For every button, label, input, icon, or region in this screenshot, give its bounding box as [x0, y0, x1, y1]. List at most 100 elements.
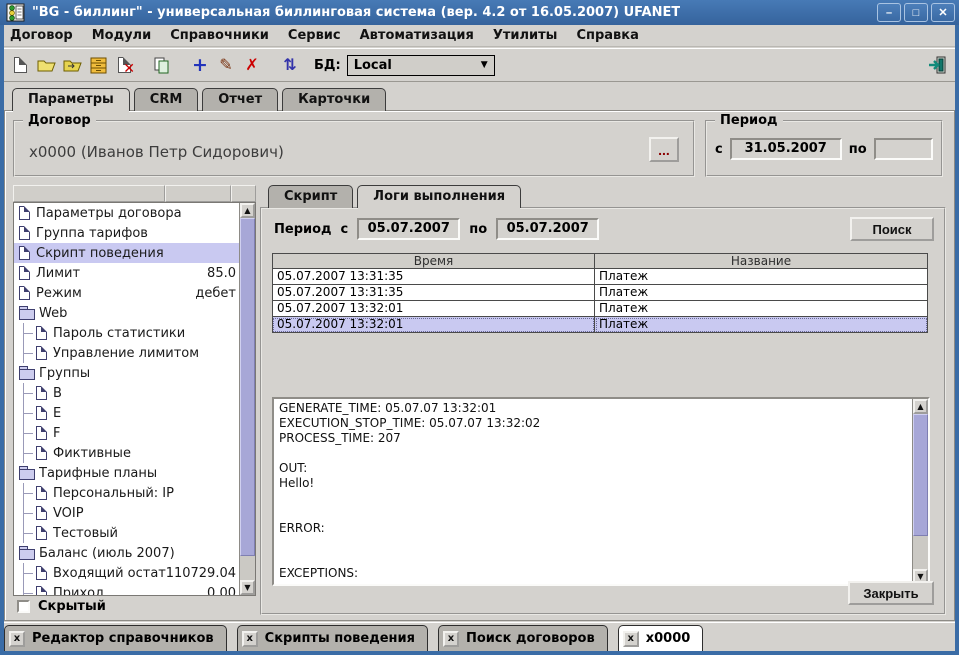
- document-icon: [36, 326, 47, 340]
- hidden-checkbox[interactable]: Скрытый: [17, 599, 106, 614]
- contract-browse-button[interactable]: ...: [649, 137, 679, 162]
- log-text: GENERATE_TIME: 05.07.07 13:32:01 EXECUTI…: [274, 399, 912, 584]
- menu-item-3[interactable]: Сервис: [288, 28, 341, 43]
- bottom-tab-2[interactable]: xПоиск договоров: [438, 625, 608, 651]
- column-header-0[interactable]: Время: [272, 253, 595, 269]
- tree-item[interactable]: Тестовый: [14, 523, 239, 543]
- tree-item[interactable]: E: [14, 403, 239, 423]
- tab-close-icon[interactable]: x: [9, 631, 25, 647]
- log-filter-row: Период с 05.07.2007 по 05.07.2007 Поиск: [274, 217, 934, 241]
- close-panel-button[interactable]: Закрыть: [848, 581, 934, 605]
- table-row[interactable]: 05.07.2007 13:31:35Платеж: [272, 269, 928, 285]
- tree-item[interactable]: Лимит85.0: [14, 263, 239, 283]
- close-button[interactable]: ✕: [931, 3, 955, 22]
- tree-item[interactable]: Входящий остаток110729.04: [14, 563, 239, 583]
- scroll-up-icon[interactable]: ▲: [913, 399, 928, 414]
- menu-item-4[interactable]: Автоматизация: [360, 28, 474, 43]
- tree-item[interactable]: Баланс (июль 2007): [14, 543, 239, 563]
- tree-item-value: 110729.04: [166, 566, 239, 581]
- menu-item-2[interactable]: Справочники: [170, 28, 269, 43]
- page-shape: [14, 57, 27, 73]
- tree-item[interactable]: Пароль статистики: [14, 323, 239, 343]
- document-icon: [36, 526, 47, 540]
- menu-item-0[interactable]: Договор: [10, 28, 73, 43]
- bottom-tab-label: х0000: [646, 631, 691, 646]
- refresh-icon[interactable]: ⇅: [278, 53, 302, 77]
- exit-icon[interactable]: [925, 53, 949, 77]
- tree-item[interactable]: Тарифные планы: [14, 463, 239, 483]
- tree-scrollbar[interactable]: ▲ ▼: [239, 203, 255, 595]
- contract-value: х0000 (Иванов Петр Сидорович): [29, 143, 284, 161]
- log-scrollbar[interactable]: ▲ ▼: [912, 399, 928, 584]
- menu-item-1[interactable]: Модули: [92, 28, 151, 43]
- search-button[interactable]: Поиск: [850, 217, 934, 241]
- tree-scrollbar-thumb[interactable]: [240, 218, 255, 556]
- table-row[interactable]: 05.07.2007 13:32:01Платеж: [272, 317, 928, 333]
- tree-item[interactable]: Web: [14, 303, 239, 323]
- tree-item[interactable]: Персональный: IP: [14, 483, 239, 503]
- tree-item[interactable]: Фиктивные: [14, 443, 239, 463]
- maximize-button[interactable]: □: [904, 3, 928, 22]
- tree-item[interactable]: Группы: [14, 363, 239, 383]
- copy-icon[interactable]: [150, 53, 174, 77]
- open-folder-alt-icon[interactable]: [60, 53, 84, 77]
- tab-0[interactable]: Параметры: [12, 88, 130, 111]
- app-window: "BG - биллинг" - универсальная биллингов…: [0, 0, 959, 655]
- bottom-tab-0[interactable]: xРедактор справочников: [4, 625, 227, 651]
- tree-item[interactable]: Группа тарифов: [14, 223, 239, 243]
- log-to-field[interactable]: 05.07.2007: [496, 218, 599, 240]
- tree-item[interactable]: Скрипт поведения: [14, 243, 239, 263]
- tab-close-icon[interactable]: x: [623, 631, 639, 647]
- tab-close-icon[interactable]: x: [443, 631, 459, 647]
- tree-item-label: Web: [39, 306, 67, 321]
- delete-document-icon[interactable]: ✕: [112, 53, 136, 77]
- script-tab-0[interactable]: Скрипт: [268, 185, 353, 208]
- document-icon: [19, 266, 30, 280]
- checkbox-icon[interactable]: [17, 600, 30, 613]
- table-row[interactable]: 05.07.2007 13:32:01Платеж: [272, 301, 928, 317]
- menu-item-5[interactable]: Утилиты: [493, 28, 558, 43]
- tab-2[interactable]: Отчет: [202, 88, 278, 111]
- tree-item[interactable]: Приход0.00: [14, 583, 239, 595]
- period-fields: с 31.05.2007 по: [715, 138, 933, 160]
- tree-item[interactable]: B: [14, 383, 239, 403]
- tree-column-header-1[interactable]: [13, 185, 165, 202]
- minimize-button[interactable]: –: [877, 3, 901, 22]
- scroll-down-icon[interactable]: ▼: [240, 580, 255, 595]
- document-icon: [36, 426, 47, 440]
- tree-item[interactable]: F: [14, 423, 239, 443]
- remove-record-icon[interactable]: ✗: [240, 53, 264, 77]
- table-row[interactable]: 05.07.2007 13:31:35Платеж: [272, 285, 928, 301]
- tree-item[interactable]: Управление лимитом: [14, 343, 239, 363]
- tab-3[interactable]: Карточки: [282, 88, 386, 111]
- bottom-tab-3[interactable]: x х0000: [618, 625, 704, 651]
- tab-1[interactable]: CRM: [134, 88, 199, 111]
- window-controls: – □ ✕: [877, 3, 955, 22]
- log-from-field[interactable]: 05.07.2007: [357, 218, 460, 240]
- open-folder-icon[interactable]: [34, 53, 58, 77]
- add-record-icon[interactable]: +: [188, 53, 212, 77]
- tree-item-label: Пароль статистики: [53, 326, 185, 341]
- tree-item-value: 85.0: [207, 266, 239, 281]
- column-header-1[interactable]: Название: [595, 253, 928, 269]
- db-select[interactable]: Local ▼: [347, 55, 495, 76]
- tab-close-icon[interactable]: x: [242, 631, 258, 647]
- new-document-icon[interactable]: [8, 53, 32, 77]
- tree-item-label: F: [53, 426, 60, 441]
- period-to-field[interactable]: [874, 138, 933, 160]
- tree-item[interactable]: Параметры договора: [14, 203, 239, 223]
- table-cell: Платеж: [595, 269, 928, 285]
- tree-scrollbar-track[interactable]: [240, 556, 255, 580]
- scroll-up-icon[interactable]: ▲: [240, 203, 255, 218]
- catalog-icon[interactable]: [86, 53, 110, 77]
- tree-column-header-2[interactable]: [165, 185, 231, 202]
- tree-item[interactable]: VOIP: [14, 503, 239, 523]
- log-scrollbar-thumb[interactable]: [913, 414, 928, 536]
- tree-item[interactable]: Режимдебет: [14, 283, 239, 303]
- menu-item-6[interactable]: Справка: [576, 28, 638, 43]
- script-tab-1[interactable]: Логи выполнения: [357, 185, 521, 208]
- edit-record-icon[interactable]: ✎: [214, 53, 238, 77]
- bottom-tab-1[interactable]: xСкрипты поведения: [237, 625, 428, 651]
- log-scrollbar-track[interactable]: [913, 536, 928, 569]
- period-from-field[interactable]: 31.05.2007: [730, 138, 842, 160]
